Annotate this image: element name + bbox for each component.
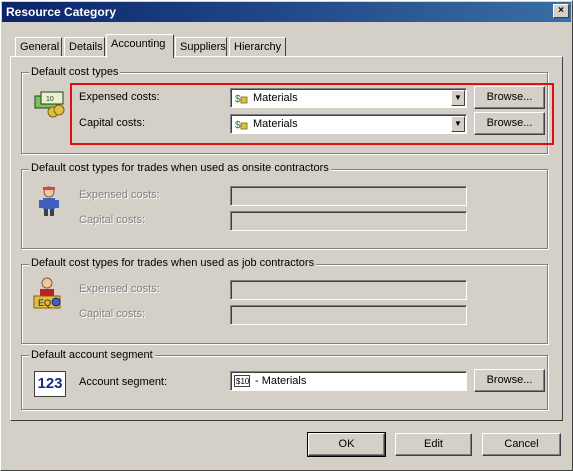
tab-label: General — [20, 41, 60, 53]
account-segment-field[interactable]: $10 - Materials — [230, 371, 467, 391]
account-segment-label: Account segment: — [79, 376, 168, 388]
tab-accounting[interactable]: Accounting — [106, 34, 174, 58]
onsite-expensed-field — [230, 186, 467, 206]
dollar-resource-icon: $10 — [234, 374, 250, 388]
job-expensed-field — [230, 280, 467, 300]
tab-label: Suppliers — [180, 41, 226, 53]
tab-hierarchy[interactable]: Hierarchy — [229, 37, 286, 57]
onsite-capital-field — [230, 211, 467, 231]
job-capital-label: Capital costs: — [79, 308, 146, 320]
close-button[interactable]: × — [553, 4, 569, 18]
tab-label: Accounting — [111, 38, 166, 50]
job-contractors-group — [21, 264, 548, 344]
tab-details[interactable]: Details — [64, 37, 105, 57]
money-icon: 10 — [33, 86, 67, 120]
svg-text:EQ: EQ — [38, 298, 51, 308]
tab-label: Hierarchy — [234, 41, 282, 53]
window-title: Resource Category — [6, 5, 117, 19]
account-segment-browse-button[interactable]: Browse... — [474, 369, 545, 392]
tab-general[interactable]: General — [15, 37, 62, 57]
tab-label: Details — [69, 41, 103, 53]
job-expensed-label: Expensed costs: — [79, 283, 160, 295]
svg-text:10: 10 — [46, 96, 54, 103]
svg-text:$10: $10 — [236, 377, 250, 386]
number-123-icon: 123 — [34, 371, 66, 397]
account-segment-value: - Materials — [255, 375, 307, 387]
group-title: Default cost types for trades when used … — [29, 162, 331, 174]
onsite-expensed-label: Expensed costs: — [79, 189, 160, 201]
ok-button[interactable]: OK — [307, 432, 386, 457]
edit-button[interactable]: Edit — [395, 433, 472, 456]
cancel-button[interactable]: Cancel — [482, 433, 561, 456]
group-title: Default cost types for trades when used … — [29, 257, 317, 269]
onsite-capital-label: Capital costs: — [79, 214, 146, 226]
tab-suppliers[interactable]: Suppliers — [175, 37, 227, 57]
job-capital-field — [230, 305, 467, 325]
job-contractor-icon: EQ — [30, 276, 64, 310]
title-bar: Resource Category — [2, 2, 571, 22]
group-title: Default account segment — [29, 349, 155, 361]
contractor-icon — [33, 184, 67, 218]
group-title: Default cost types — [29, 66, 121, 78]
red-highlight-box — [70, 83, 554, 145]
onsite-contractors-group — [21, 169, 548, 249]
